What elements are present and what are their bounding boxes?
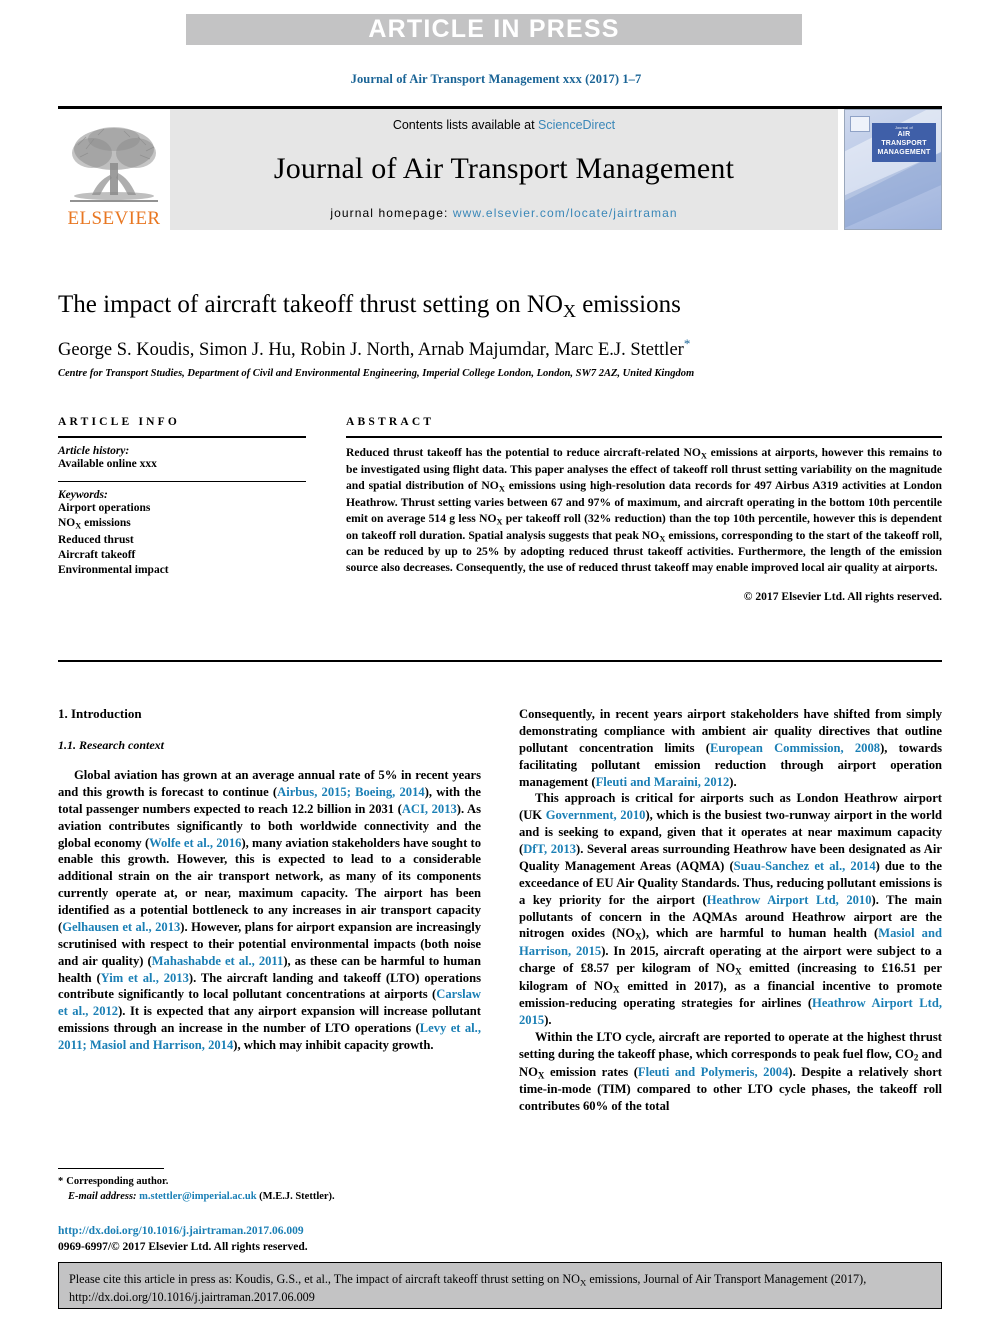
author-email-link[interactable]: m.stettler@imperial.ac.uk [139, 1191, 256, 1202]
info-abstract-region: ARTICLE INFO Article history: Available … [58, 416, 942, 603]
email-note: E-mail address: m.stettler@imperial.ac.u… [58, 1190, 481, 1205]
cite-this-article-text: Please cite this article in press as: Ko… [69, 1271, 931, 1305]
title-tail: emissions [575, 291, 681, 318]
cite-text-before: Please cite this article in press as: Ko… [69, 1272, 580, 1286]
citation-link[interactable]: Heathrow Airport Ltd, 2015 [519, 996, 942, 1027]
sciencedirect-link[interactable]: ScienceDirect [538, 118, 615, 132]
citation-link[interactable]: Gelhausen et al., 2013 [62, 920, 180, 934]
paragraph: This approach is critical for airports s… [519, 791, 943, 1028]
corresponding-author-note: * Corresponding author. [58, 1175, 481, 1190]
citation-link[interactable]: Government, 2010 [546, 808, 646, 822]
citation-link[interactable]: Levy et al., 2011; Masiol and Harrison, … [58, 1021, 481, 1052]
keyword-item: NOX emissions [58, 517, 131, 531]
right-body-column: Consequently, in recent years airport st… [519, 706, 942, 1115]
keyword-item: Aircraft takeoff [58, 548, 136, 561]
citation-link[interactable]: Suau-Sanchez et al., 2014 [734, 859, 876, 873]
asterisk-icon: * [58, 1176, 64, 1187]
keyword-item: Airport operations [58, 502, 151, 515]
elsevier-tree-icon [70, 127, 158, 202]
doi-block: http://dx.doi.org/10.1016/j.jairtraman.2… [58, 1224, 481, 1255]
title-subscript: X [562, 301, 576, 322]
cover-title-line2: MANAGEMENT [877, 148, 931, 156]
abstract-copyright: © 2017 Elsevier Ltd. All rights reserved… [743, 590, 942, 604]
article-info-top-rule [58, 436, 306, 438]
elsevier-wordmark: ELSEVIER [67, 208, 161, 229]
paragraph: Global aviation has grown at an average … [58, 768, 481, 1052]
abstract-column: ABSTRACT Reduced thrust takeoff has the … [346, 416, 942, 603]
email-label: E-mail address: [68, 1190, 137, 1202]
article-info-column: ARTICLE INFO Article history: Available … [58, 416, 306, 603]
citation-link[interactable]: Carslaw et al., 2012 [58, 987, 481, 1018]
article-in-press-label: ARTICLE IN PRESS [368, 15, 620, 43]
affiliation-line: Centre for Transport Studies, Department… [58, 367, 695, 379]
cover-pre-title: Journal of [895, 126, 913, 130]
paragraph: Consequently, in recent years airport st… [519, 707, 942, 789]
footnote-rule [58, 1168, 164, 1169]
issn-copyright-line: 0969-6997/© 2017 Elsevier Ltd. All right… [58, 1240, 308, 1253]
doi-link[interactable]: http://dx.doi.org/10.1016/j.jairtraman.2… [58, 1224, 481, 1240]
keyword-item: Reduced thrust [58, 533, 134, 546]
citation-link[interactable]: Wolfe et al., 2016 [149, 836, 241, 850]
email-owner: (M.E.J. Stettler). [259, 1190, 335, 1202]
abstract-bottom-rule [58, 660, 942, 662]
journal-homepage-link[interactable]: www.elsevier.com/locate/jairtraman [453, 206, 678, 220]
article-history-label: Article history: [58, 445, 130, 457]
author-names: George S. Koudis, Simon J. Hu, Robin J. … [58, 339, 684, 360]
title-main: The impact of aircraft takeoff thrust se… [58, 291, 563, 318]
body-columns: 1. Introduction 1.1. Research context Gl… [58, 706, 942, 1253]
journal-cover-thumbnail: Journal of AIR TRANSPORT MANAGEMENT [844, 109, 942, 230]
footnote-block: * Corresponding author. E-mail address: m… [58, 1168, 481, 1204]
contents-prefix: Contents lists available at [392, 118, 539, 132]
journal-masthead: ELSEVIER Contents lists available at Sci… [58, 106, 942, 233]
keywords-divider-rule [58, 481, 306, 483]
journal-title: Journal of Air Transport Management [273, 152, 735, 185]
article-info-heading: ARTICLE INFO [58, 416, 181, 428]
corresponding-author-text: Corresponding author. [66, 1176, 169, 1187]
contents-available-line: Contents lists available at ScienceDirec… [393, 118, 615, 132]
citation-link[interactable]: Fleuti and Maraini, 2012 [596, 775, 730, 789]
left-body-column: 1. Introduction 1.1. Research context Gl… [58, 706, 481, 1253]
keyword-item: Environmental impact [58, 563, 169, 576]
citation-link[interactable]: European Commission, 2008 [710, 741, 880, 755]
keywords-label: Keywords: [58, 489, 108, 502]
elsevier-logo: ELSEVIER [58, 109, 170, 230]
journal-running-head: Journal of Air Transport Management xxx … [350, 72, 642, 86]
citation-link[interactable]: Heathrow Airport Ltd, 2010 [707, 893, 872, 907]
homepage-prefix: journal homepage: [330, 206, 453, 220]
cover-elsevier-badge [850, 116, 870, 132]
subsection-heading-research-context: 1.1. Research context [58, 738, 164, 752]
abstract-heading: ABSTRACT [346, 416, 435, 428]
title-block: The impact of aircraft takeoff thrust se… [58, 290, 942, 379]
cover-title-line1: AIR TRANSPORT [881, 131, 927, 148]
masthead-center-panel: Contents lists available at ScienceDirec… [170, 109, 838, 230]
cover-title-box: Journal of AIR TRANSPORT MANAGEMENT [872, 123, 936, 162]
author-list: George S. Koudis, Simon J. Hu, Robin J. … [58, 336, 942, 361]
citation-link[interactable]: Fleuti and Polymeris, 2004 [638, 1065, 788, 1079]
article-in-press-banner: ARTICLE IN PRESS [186, 14, 802, 45]
cite-this-article-box: Please cite this article in press as: Ko… [58, 1262, 942, 1309]
citation-link[interactable]: ACI, 2013 [402, 802, 457, 816]
paragraph: Within the LTO cycle, aircraft are repor… [519, 1030, 942, 1114]
citation-link[interactable]: DfT, 2013 [523, 842, 576, 856]
corresponding-author-marker: * [683, 335, 691, 351]
citation-link[interactable]: Masiol and Harrison, 2015 [519, 926, 942, 958]
section-heading-introduction: 1. Introduction [58, 706, 142, 721]
journal-homepage-line: journal homepage: www.elsevier.com/locat… [330, 206, 677, 220]
abstract-text: Reduced thrust takeoff has the potential… [346, 446, 943, 575]
citation-link[interactable]: Mahashabde et al., 2011 [152, 954, 284, 968]
article-history-value: Available online xxx [58, 458, 157, 470]
citation-link[interactable]: Yim et al., 2013 [101, 971, 189, 985]
page-title: The impact of aircraft takeoff thrust se… [58, 290, 942, 323]
abstract-top-rule [346, 436, 942, 438]
citation-link[interactable]: Airbus, 2015; Boeing, 2014 [277, 785, 425, 799]
